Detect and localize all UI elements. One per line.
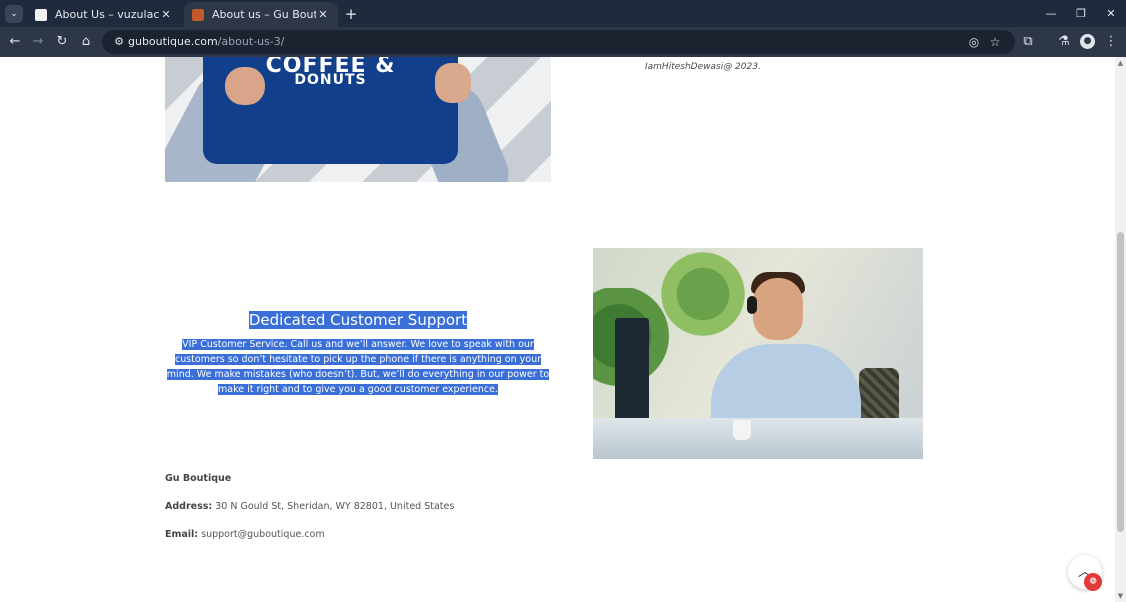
arrow-right-icon: → bbox=[32, 34, 44, 49]
eye-off-icon[interactable]: ◎ bbox=[964, 32, 984, 52]
address-line: Address: 30 N Gould St, Sheridan, WY 828… bbox=[165, 501, 454, 512]
tab-title: About us – Gu Boutique bbox=[212, 8, 316, 21]
home-button[interactable]: ⌂ bbox=[76, 32, 96, 52]
support-section: Dedicated Customer Support VIP Customer … bbox=[165, 310, 551, 397]
minimize-button[interactable]: — bbox=[1036, 0, 1066, 27]
email-link[interactable]: support@guboutique.com bbox=[201, 529, 324, 540]
support-heading: Dedicated Customer Support bbox=[165, 310, 551, 330]
close-icon: ✕ bbox=[1106, 7, 1116, 20]
favicon-icon bbox=[192, 8, 204, 21]
url-text[interactable]: guboutique.com/about-us-3/ bbox=[128, 30, 285, 54]
page-content: COFFEE & DONUTS IamHiteshDewasi@ 2023. D… bbox=[0, 57, 1115, 602]
star-icon[interactable]: ☆ bbox=[985, 32, 1005, 52]
image-credit: IamHiteshDewasi@ 2023. bbox=[645, 62, 761, 72]
tab-title: About Us – vuzulaca.com bbox=[55, 8, 159, 21]
address-bar[interactable]: ⚙ guboutique.com/about-us-3/ ◎ ☆ bbox=[102, 30, 1015, 54]
scroll-down-arrow-icon[interactable]: ▼ bbox=[1115, 591, 1126, 601]
profile-icon[interactable]: ● bbox=[1080, 34, 1095, 49]
tab-strip: ⌄ About Us – vuzulaca.com ✕ About us – G… bbox=[0, 0, 1126, 27]
home-icon: ⌂ bbox=[81, 34, 91, 49]
arrow-left-icon: ← bbox=[9, 34, 21, 49]
chevron-down-icon: ⌄ bbox=[10, 9, 18, 19]
email-label: Email: bbox=[165, 529, 199, 540]
scrollbar-thumb[interactable] bbox=[1117, 232, 1124, 532]
support-body-text: VIP Customer Service. Call us and we’ll … bbox=[166, 339, 550, 395]
email-line: Email: support@guboutique.com bbox=[165, 529, 325, 540]
support-heading-text: Dedicated Customer Support bbox=[248, 311, 468, 329]
tune-icon[interactable]: ⚙ bbox=[110, 32, 128, 52]
plus-icon: + bbox=[344, 5, 358, 23]
kebab-menu-icon[interactable]: ⋮ bbox=[1101, 32, 1121, 52]
restore-icon: ❐ bbox=[1076, 7, 1086, 20]
minimize-icon: — bbox=[1045, 7, 1057, 20]
support-agent-image bbox=[593, 248, 923, 459]
restore-button[interactable]: ❐ bbox=[1066, 0, 1096, 27]
browser-toolbar: ← → ↻ ⌂ ⚙ guboutique.com/about-us-3/ ◎ ☆… bbox=[0, 27, 1126, 57]
reload-icon: ↻ bbox=[56, 34, 68, 49]
url-path: /about-us-3/ bbox=[217, 35, 285, 48]
page-scrollbar[interactable]: ▲ ▼ bbox=[1115, 57, 1126, 602]
new-tab-button[interactable]: + bbox=[342, 5, 360, 23]
url-host: guboutique.com bbox=[128, 35, 218, 48]
tab-search-button[interactable]: ⌄ bbox=[5, 5, 23, 23]
brand-name: Gu Boutique bbox=[165, 473, 232, 484]
coffee-donuts-image: COFFEE & DONUTS bbox=[165, 57, 551, 182]
tab-guboutique[interactable]: About us – Gu Boutique ✕ bbox=[184, 2, 338, 27]
tab-vuzulaca[interactable]: About Us – vuzulaca.com ✕ bbox=[27, 2, 181, 27]
reload-button[interactable]: ↻ bbox=[52, 32, 72, 52]
address-label: Address: bbox=[165, 501, 213, 512]
puzzle-icon[interactable]: ⧉ bbox=[1018, 32, 1038, 52]
close-tab-icon[interactable]: ✕ bbox=[159, 8, 173, 22]
scroll-up-arrow-icon[interactable]: ▲ bbox=[1115, 58, 1126, 68]
favicon-icon bbox=[35, 8, 47, 21]
flask-icon[interactable]: ⚗ bbox=[1054, 32, 1074, 52]
forward-button[interactable]: → bbox=[28, 32, 48, 52]
back-button[interactable]: ← bbox=[5, 32, 25, 52]
close-window-button[interactable]: ✕ bbox=[1096, 0, 1126, 27]
address-value: 30 N Gould St, Sheridan, WY 82801, Unite… bbox=[215, 501, 455, 512]
gift-icon[interactable]: ❁ bbox=[1084, 573, 1102, 591]
close-tab-icon[interactable]: ✕ bbox=[316, 8, 330, 22]
support-body: VIP Customer Service. Call us and we’ll … bbox=[165, 337, 551, 397]
